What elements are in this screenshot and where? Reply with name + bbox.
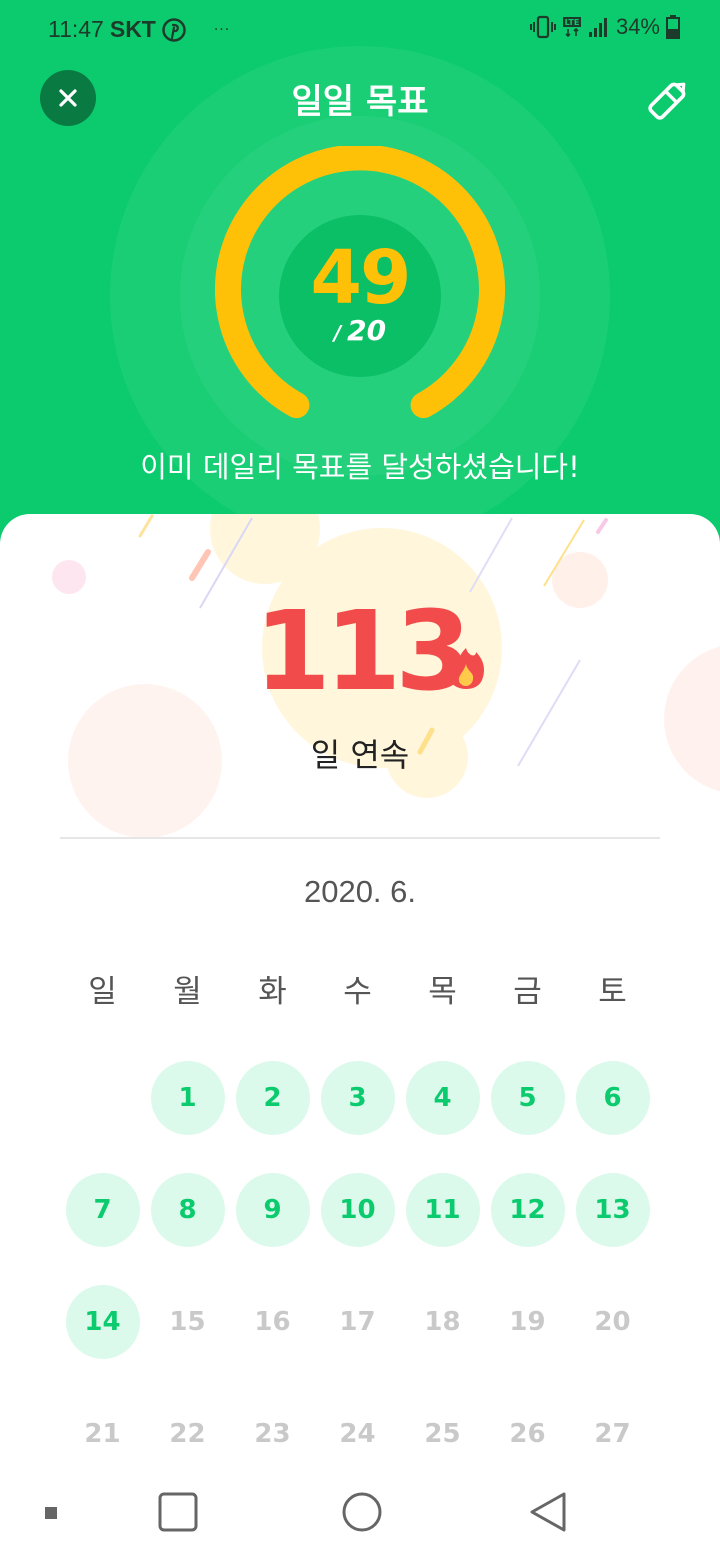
calendar-day-number: 9 — [235, 1173, 310, 1247]
calendar-grid: 1 2 3 4 5 6 7 8 9 10 11 12 13 14 15 16 1… — [60, 1042, 660, 1490]
calendar-day-number: 16 — [254, 1307, 291, 1337]
weekday-label: 월 — [173, 974, 202, 1010]
vibrate-icon — [529, 15, 556, 39]
calendar-day-empty — [60, 1042, 145, 1154]
calendar-day[interactable]: 8 — [145, 1154, 230, 1266]
battery-icon — [666, 15, 680, 39]
calendar-day-number: 13 — [575, 1173, 650, 1247]
calendar-day-number: 4 — [405, 1061, 480, 1135]
status-carrier: SKT — [109, 16, 156, 42]
calendar-day-number: 18 — [424, 1307, 461, 1337]
back-triangle-icon[interactable] — [526, 1490, 570, 1534]
calendar-day[interactable]: 13 — [570, 1154, 655, 1266]
weekday-label: 일 — [88, 974, 117, 1010]
goal-slash: / — [333, 321, 342, 345]
system-navigation-bar — [0, 1462, 720, 1560]
calendar-day-number: 22 — [169, 1419, 206, 1449]
calendar-month: 2020. 6. — [303, 874, 417, 909]
calendar-day[interactable]: 17 — [315, 1266, 400, 1378]
overview-square-icon[interactable] — [156, 1490, 200, 1534]
calendar-day-number: 24 — [339, 1419, 376, 1449]
calendar-day[interactable]: 19 — [485, 1266, 570, 1378]
calendar-day[interactable]: 3 — [315, 1042, 400, 1154]
status-bar: 11:47 SKT ··· LTE 34% — [0, 0, 720, 58]
calendar-day[interactable]: 11 — [400, 1154, 485, 1266]
calendar-day-number: 11 — [405, 1173, 480, 1247]
weekday-label: 수 — [343, 974, 372, 1010]
calendar-day[interactable]: 16 — [230, 1266, 315, 1378]
calendar-day[interactable]: 20 — [570, 1266, 655, 1378]
calendar-day-number: 17 — [339, 1307, 376, 1337]
calendar-day-number: 27 — [594, 1419, 631, 1449]
streak-count-wrap: 113 — [0, 586, 720, 716]
calendar-day[interactable]: 12 — [485, 1154, 570, 1266]
calendar-day[interactable]: 2 — [230, 1042, 315, 1154]
calendar-week: 14 15 16 17 18 19 20 — [60, 1266, 660, 1378]
goal-value: 20 — [347, 314, 387, 347]
pinterest-icon — [162, 17, 186, 42]
signal-icon — [588, 18, 607, 37]
home-circle-icon[interactable] — [340, 1490, 384, 1534]
calendar-day[interactable]: 6 — [570, 1042, 655, 1154]
calendar-day-number: 14 — [65, 1285, 140, 1359]
completed-count: 49 — [310, 235, 412, 321]
page-title: 일일 목표 — [291, 82, 429, 122]
calendar-day-number: 15 — [169, 1307, 206, 1337]
calendar-day[interactable]: 15 — [145, 1266, 230, 1378]
calendar-day-number: 20 — [594, 1307, 631, 1337]
lte-icon: LTE — [562, 17, 581, 38]
calendar-weekday-header: 일 월 화 수 목 금 토 — [60, 966, 660, 1011]
weekday-label: 목 — [428, 974, 457, 1010]
calendar-week: 7 8 9 10 11 12 13 — [60, 1154, 660, 1266]
daily-goal: /20 — [279, 314, 441, 347]
pencil-icon[interactable] — [644, 74, 694, 124]
calendar-day-number: 23 — [254, 1419, 291, 1449]
calendar-day-number: 19 — [509, 1307, 546, 1337]
battery-percent: 34% — [615, 14, 660, 39]
svg-text:LTE: LTE — [565, 18, 580, 27]
calendar-day-number: 1 — [150, 1061, 225, 1135]
divider — [60, 837, 660, 839]
status-time: 11:47 — [48, 16, 104, 42]
calendar-day-number: 10 — [320, 1173, 395, 1247]
streak-calendar-card: 113 일 연속 2020. 6. 일 월 화 수 목 금 토 1 2 3 4 … — [0, 514, 720, 1560]
calendar-day-number: 3 — [320, 1061, 395, 1135]
streak-count: 113 — [254, 587, 472, 715]
calendar-day-number: 8 — [150, 1173, 225, 1247]
calendar-day[interactable]: 1 — [145, 1042, 230, 1154]
calendar-day-number: 21 — [84, 1419, 121, 1449]
calendar-day-number: 12 — [490, 1173, 565, 1247]
weekday-label: 토 — [598, 974, 627, 1010]
calendar-day[interactable]: 18 — [400, 1266, 485, 1378]
calendar-day-number: 25 — [424, 1419, 461, 1449]
calendar-day[interactable]: 10 — [315, 1154, 400, 1266]
calendar-day[interactable]: 5 — [485, 1042, 570, 1154]
calendar-day-number: 26 — [509, 1419, 546, 1449]
calendar-week: 1 2 3 4 5 6 — [60, 1042, 660, 1154]
goal-achieved-message: 이미 데일리 목표를 달성하셨습니다! — [140, 450, 580, 484]
calendar-day-number: 7 — [65, 1173, 140, 1247]
fire-icon — [447, 648, 484, 689]
calendar-day-number: 2 — [235, 1061, 310, 1135]
status-more-dots: ··· — [213, 21, 231, 38]
calendar-day-number: 5 — [490, 1061, 565, 1135]
calendar-day-number: 6 — [575, 1061, 650, 1135]
weekday-label: 화 — [258, 974, 287, 1010]
recent-dot-icon[interactable] — [40, 1502, 62, 1524]
calendar-day[interactable]: 4 — [400, 1042, 485, 1154]
weekday-label: 금 — [513, 974, 542, 1010]
calendar-day[interactable]: 7 — [60, 1154, 145, 1266]
streak-label: 일 연속 — [310, 736, 410, 774]
calendar-day[interactable]: 14 — [60, 1266, 145, 1378]
goal-header-panel: 11:47 SKT ··· LTE 34% 일일 목표 49 / 20 이미 데… — [0, 0, 720, 560]
calendar-day[interactable]: 9 — [230, 1154, 315, 1266]
